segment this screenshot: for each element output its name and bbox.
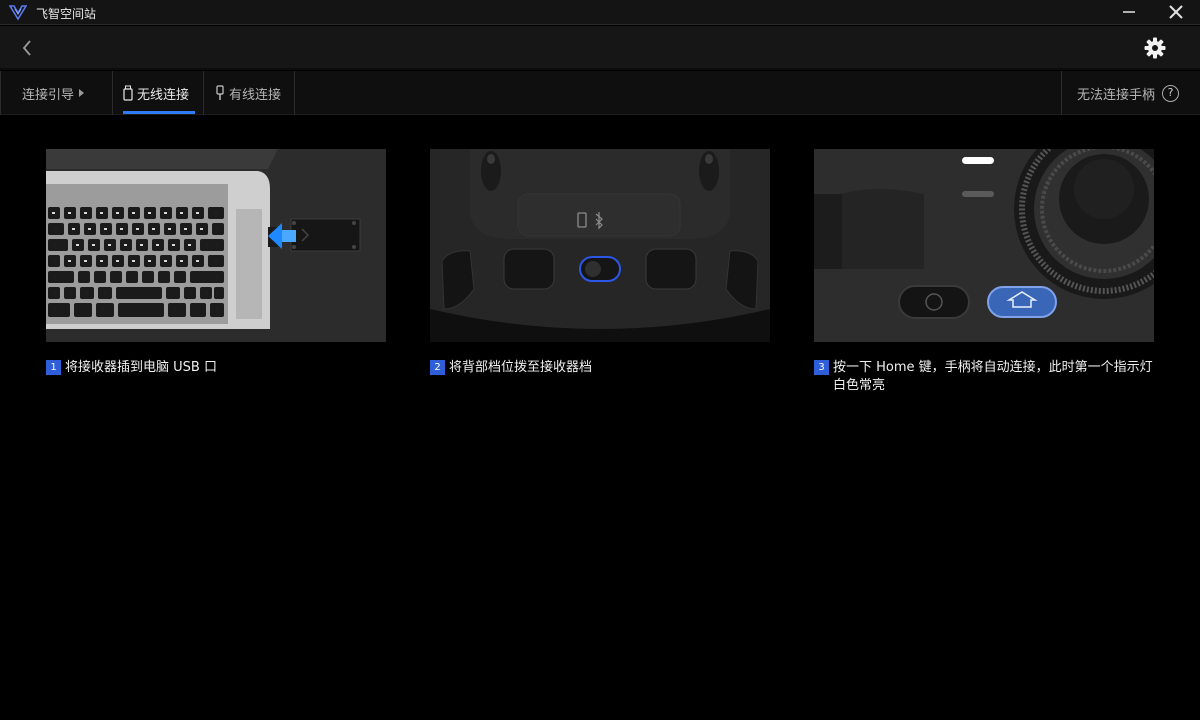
tab-bar: 连接引导 无线连接 有线连接 无法连接手柄 ?: [0, 71, 1200, 115]
step-card-3: 3 按一下 Home 键，手柄将自动连接，此时第一个指示灯白色常亮: [814, 149, 1154, 395]
question-icon: ?: [1162, 84, 1180, 102]
usb-cable-icon: [216, 85, 224, 100]
step-text: 按一下 Home 键，手柄将自动连接，此时第一个指示灯白色常亮: [833, 360, 1153, 393]
minimize-button[interactable]: [1106, 0, 1152, 25]
active-tab-indicator: [123, 111, 195, 114]
nav-bar: [0, 26, 1200, 70]
step-card-2: 2 将背部档位拨至接收器档: [430, 149, 770, 377]
minimize-icon: [1123, 11, 1135, 13]
tab-label: 连接引导: [22, 87, 75, 103]
step-text: 将背部档位拨至接收器档: [449, 360, 593, 375]
tab-wired[interactable]: 有线连接: [205, 71, 295, 115]
step-caption: 2 将背部档位拨至接收器档: [430, 359, 770, 377]
controller-home-button-image: [814, 149, 1154, 342]
chevron-left-icon: [22, 40, 31, 56]
step-number-badge: 1: [46, 360, 61, 375]
cannot-connect-help-link[interactable]: 无法连接手柄 ?: [1061, 71, 1200, 115]
close-icon: [1169, 5, 1183, 19]
step-text: 将接收器插到电脑 USB 口: [65, 360, 217, 375]
controller-back-switch-image: [430, 149, 770, 342]
close-button[interactable]: [1152, 0, 1198, 25]
feizhi-logo-icon: [9, 5, 27, 21]
step-card-1: 1 将接收器插到电脑 USB 口: [46, 149, 386, 377]
step-caption: 3 按一下 Home 键，手柄将自动连接，此时第一个指示灯白色常亮: [814, 359, 1154, 395]
gear-icon: [1144, 37, 1166, 59]
step-number-badge: 3: [814, 360, 829, 375]
tab-label: 有线连接: [229, 87, 282, 103]
step-number-badge: 2: [430, 360, 445, 375]
tab-wireless[interactable]: 无线连接: [114, 71, 204, 115]
title-bar: 飞智空间站: [0, 0, 1200, 25]
usb-receiver-laptop-image: [46, 149, 386, 342]
step-caption: 1 将接收器插到电脑 USB 口: [46, 359, 386, 377]
usb-dongle-icon: [123, 85, 133, 101]
caret-right-icon: [79, 89, 85, 97]
tab-label: 无线连接: [137, 87, 190, 103]
settings-button[interactable]: [1142, 35, 1168, 61]
app-title: 飞智空间站: [36, 7, 97, 21]
help-label: 无法连接手柄: [1077, 87, 1156, 103]
back-button[interactable]: [14, 36, 40, 60]
tab-connection-guide[interactable]: 连接引导: [0, 71, 113, 115]
